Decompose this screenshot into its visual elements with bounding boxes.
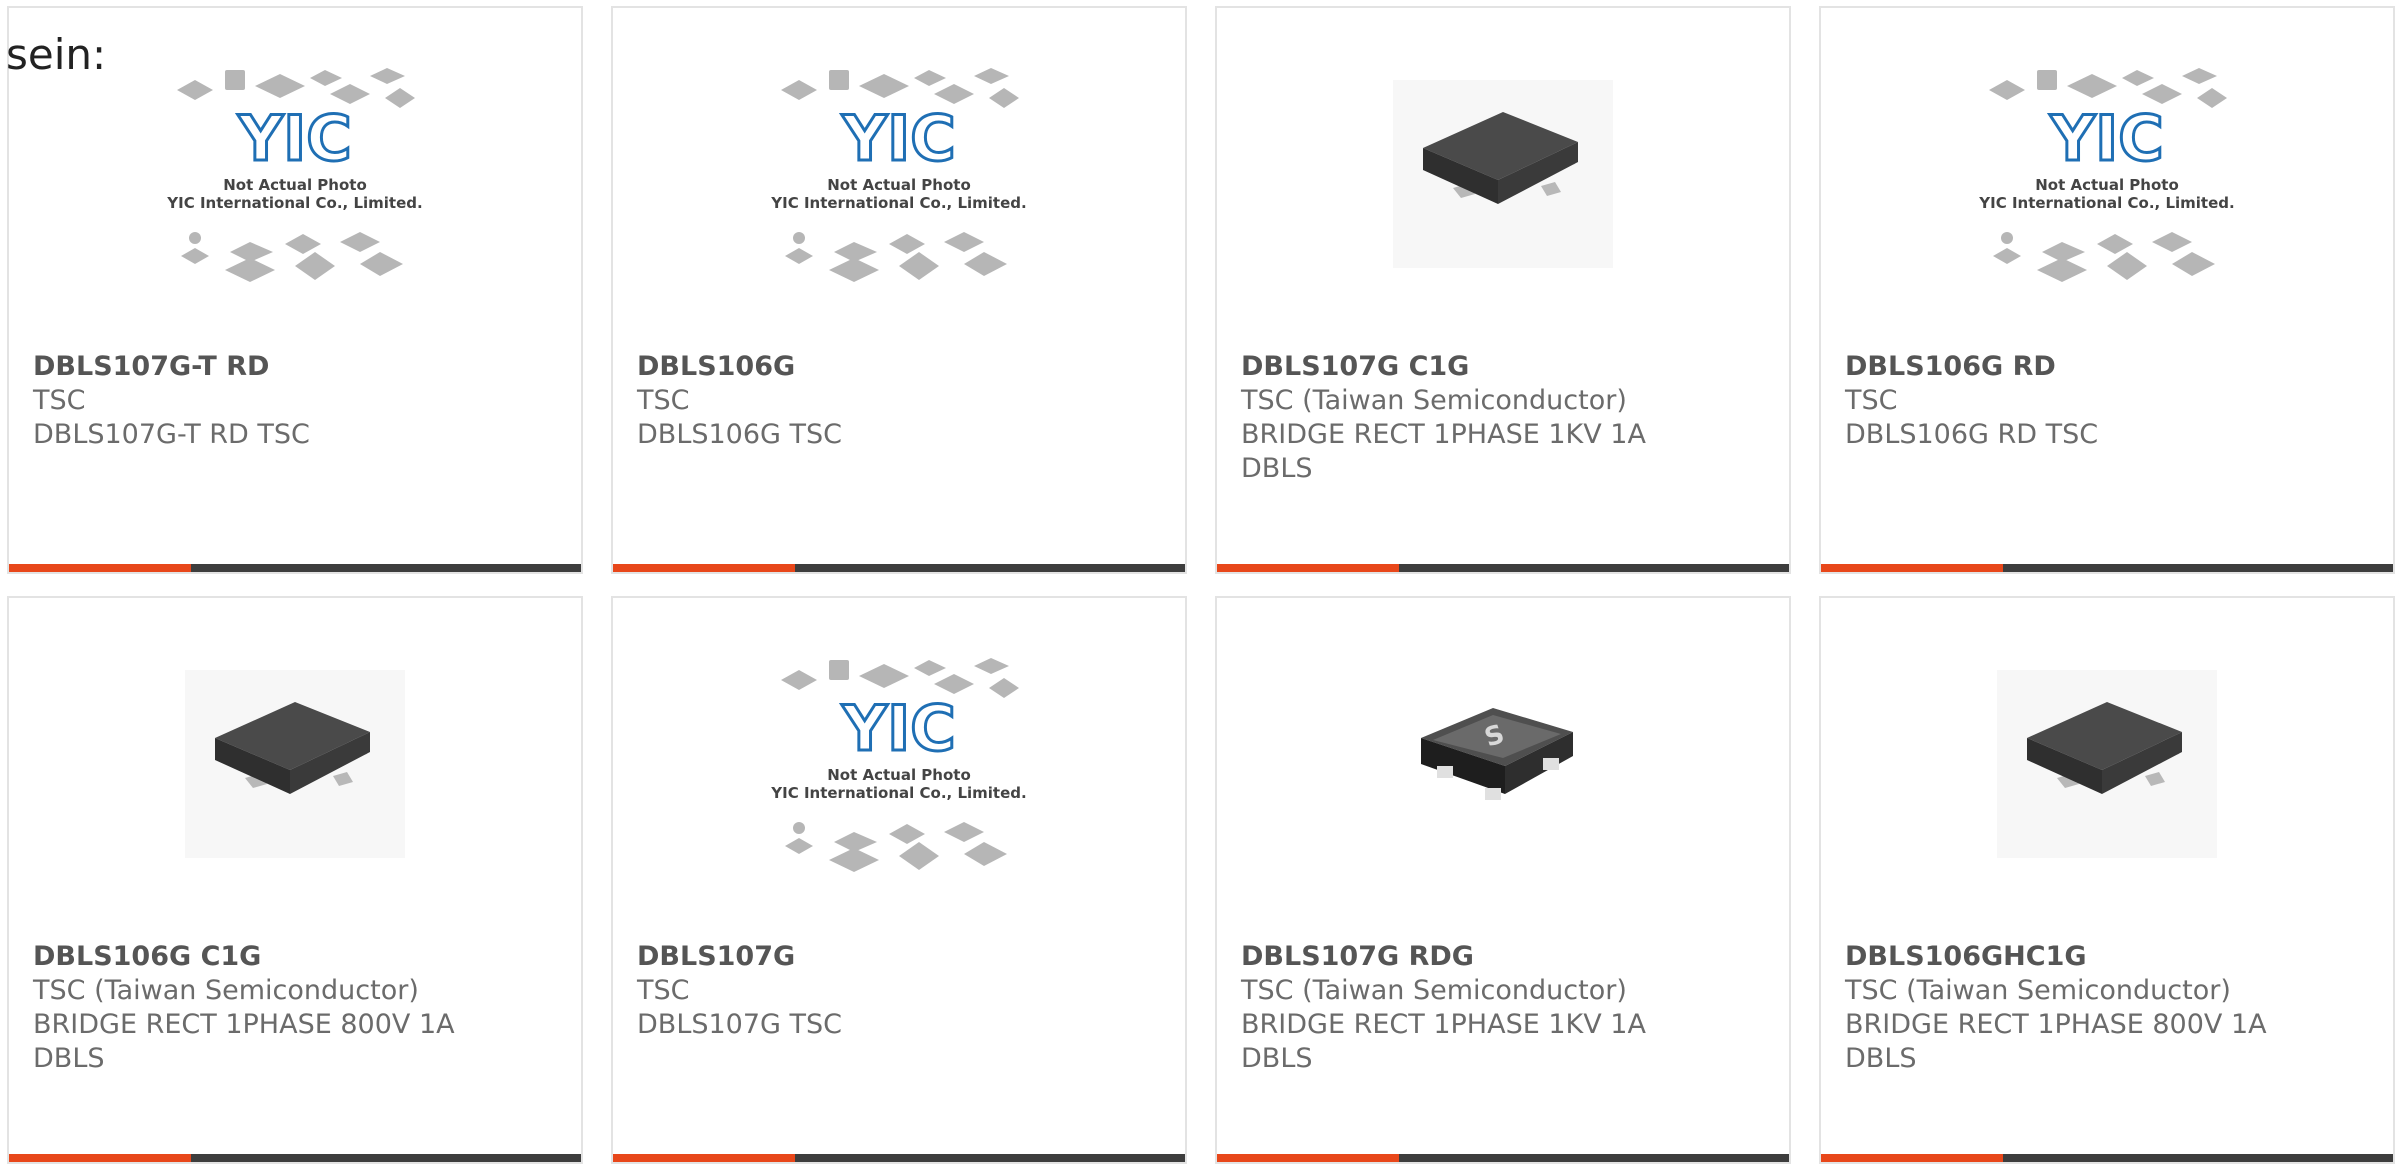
card-footer-bar [1821,564,2393,572]
product-card[interactable]: YIC Not Actual Photo YIC International C… [611,6,1187,574]
placeholder-caption-1: Not Actual Photo [827,176,971,194]
product-info: DBLS106GHC1G TSC (Taiwan Semiconductor) … [1845,940,2373,1076]
product-card[interactable]: YIC Not Actual Photo YIC International C… [7,6,583,574]
product-info: DBLS106G C1G TSC (Taiwan Semiconductor) … [33,940,561,1076]
yic-logo-text: YIC [237,102,351,175]
card-accent [1217,1154,1399,1162]
placeholder-caption-1: Not Actual Photo [2035,176,2179,194]
manufacturer: TSC (Taiwan Semiconductor) [33,975,419,1006]
card-accent [9,1154,191,1162]
card-accent [613,564,795,572]
placeholder-logo-image: YIC Not Actual Photo YIC International C… [166,68,423,282]
manufacturer: TSC [33,385,86,416]
product-image[interactable]: YIC Not Actual Photo YIC International C… [1821,38,2393,348]
placeholder-caption-2: YIC International Co., Limited. [166,194,422,212]
product-image[interactable]: YIC Not Actual Photo YIC International C… [9,38,581,348]
placeholder-caption-2: YIC International Co., Limited. [770,194,1026,212]
intro-text: sein: [6,30,107,79]
card-accent [613,1154,795,1162]
manufacturer: TSC [637,385,690,416]
card-footer-bar [1217,564,1789,572]
chip-photo [185,670,405,858]
description: BRIDGE RECT 1PHASE 1KV 1A [1241,1009,1646,1040]
card-footer-bar [613,1154,1185,1162]
package: DBLS [1845,1043,1917,1074]
product-image[interactable]: YIC Not Actual Photo YIC International C… [613,628,1185,938]
product-image[interactable] [9,628,581,938]
chip-photo: S [1421,708,1573,800]
product-info: DBLS107G-T RD TSC DBLS107G-T RD TSC [33,350,561,452]
product-info: DBLS107G C1G TSC (Taiwan Semiconductor) … [1241,350,1769,486]
yic-logo-text: YIC [2049,102,2163,175]
package: DBLS [1241,1043,1313,1074]
part-number[interactable]: DBLS107G-T RD [33,350,561,384]
part-number[interactable]: DBLS107G [637,940,1165,974]
description: BRIDGE RECT 1PHASE 800V 1A [1845,1009,2267,1040]
card-accent [9,564,191,572]
product-image[interactable]: S [1217,628,1789,938]
description: BRIDGE RECT 1PHASE 1KV 1A [1241,419,1646,450]
yic-logo-text: YIC [841,692,955,765]
part-number[interactable]: DBLS106GHC1G [1845,940,2373,974]
part-number[interactable]: DBLS107G RDG [1241,940,1769,974]
part-number[interactable]: DBLS107G C1G [1241,350,1769,384]
card-accent [1821,564,2003,572]
manufacturer: TSC [1845,385,1898,416]
manufacturer: TSC (Taiwan Semiconductor) [1241,975,1627,1006]
card-footer-bar [1821,1154,2393,1162]
product-info: DBLS107G TSC DBLS107G TSC [637,940,1165,1042]
description: BRIDGE RECT 1PHASE 800V 1A [33,1009,455,1040]
package: DBLS [1241,453,1313,484]
placeholder-caption-2: YIC International Co., Limited. [770,784,1026,802]
description: DBLS107G-T RD TSC [33,419,310,450]
product-card[interactable]: DBLS106GHC1G TSC (Taiwan Semiconductor) … [1819,596,2395,1164]
product-card[interactable]: YIC Not Actual Photo YIC International C… [1819,6,2395,574]
chip-photo [1393,80,1613,268]
placeholder-logo-image: YIC Not Actual Photo YIC International C… [1978,68,2235,282]
description: DBLS106G RD TSC [1845,419,2099,450]
product-card[interactable]: S DBLS107G RDG TSC (Taiwan Semiconductor… [1215,596,1791,1164]
placeholder-logo-image: YIC Not Actual Photo YIC International C… [770,658,1027,872]
product-image[interactable] [1217,38,1789,348]
part-number[interactable]: DBLS106G [637,350,1165,384]
description: DBLS106G TSC [637,419,843,450]
manufacturer: TSC [637,975,690,1006]
placeholder-caption-1: Not Actual Photo [223,176,367,194]
product-image[interactable] [1821,628,2393,938]
yic-logo-text: YIC [841,102,955,175]
card-footer-bar [1217,1154,1789,1162]
product-image[interactable]: YIC Not Actual Photo YIC International C… [613,38,1185,348]
placeholder-caption-1: Not Actual Photo [827,766,971,784]
product-info: DBLS107G RDG TSC (Taiwan Semiconductor) … [1241,940,1769,1076]
chip-photo [1997,670,2217,858]
product-card[interactable]: DBLS106G C1G TSC (Taiwan Semiconductor) … [7,596,583,1164]
product-card[interactable]: DBLS107G C1G TSC (Taiwan Semiconductor) … [1215,6,1791,574]
manufacturer: TSC (Taiwan Semiconductor) [1241,385,1627,416]
placeholder-caption-2: YIC International Co., Limited. [1978,194,2234,212]
card-footer-bar [9,1154,581,1162]
product-card[interactable]: YIC Not Actual Photo YIC International C… [611,596,1187,1164]
description: DBLS107G TSC [637,1009,843,1040]
part-number[interactable]: DBLS106G RD [1845,350,2373,384]
card-accent [1217,564,1399,572]
product-info: DBLS106G TSC DBLS106G TSC [637,350,1165,452]
manufacturer: TSC (Taiwan Semiconductor) [1845,975,2231,1006]
card-accent [1821,1154,2003,1162]
placeholder-logo-image: YIC Not Actual Photo YIC International C… [770,68,1027,282]
product-grid: YIC Not Actual Photo YIC International C… [7,6,2400,1164]
package: DBLS [33,1043,105,1074]
product-info: DBLS106G RD TSC DBLS106G RD TSC [1845,350,2373,452]
card-footer-bar [613,564,1185,572]
card-footer-bar [9,564,581,572]
part-number[interactable]: DBLS106G C1G [33,940,561,974]
